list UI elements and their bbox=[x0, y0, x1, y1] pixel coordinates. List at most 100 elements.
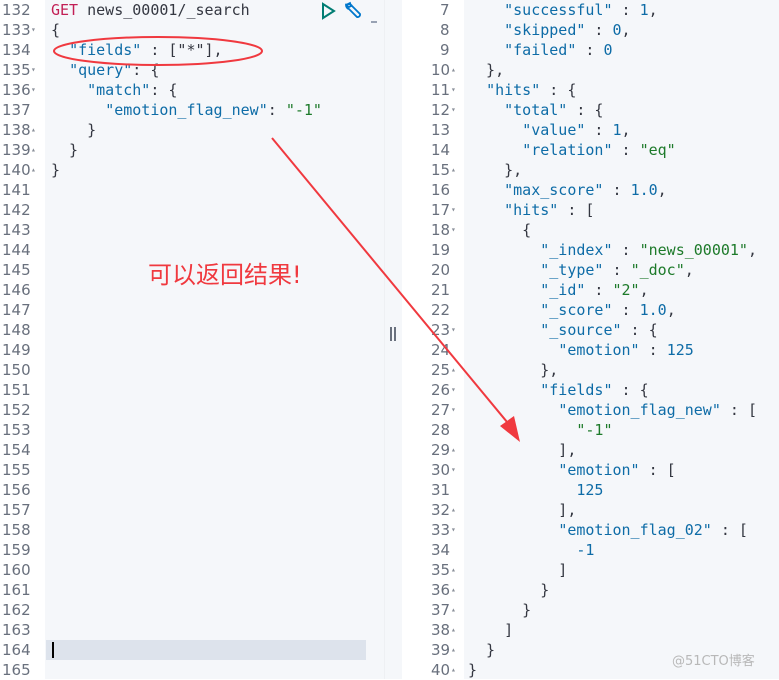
fold-toggle-icon[interactable]: ▾ bbox=[451, 380, 456, 400]
code-text: { bbox=[468, 221, 532, 239]
code-text: }, bbox=[468, 161, 523, 179]
code-line: 159 bbox=[0, 540, 384, 560]
fold-toggle-icon[interactable]: ▾ bbox=[451, 460, 456, 480]
code-text: "-1" bbox=[576, 421, 613, 439]
line-number: 7 bbox=[440, 1, 450, 19]
line-number: 134 bbox=[2, 41, 31, 59]
fold-toggle-icon[interactable]: ▴ bbox=[451, 640, 456, 660]
code-text: "query": { bbox=[69, 61, 160, 79]
line-number: 8 bbox=[440, 21, 450, 39]
code-text: "hits" : { bbox=[486, 81, 577, 99]
code-text: "_id" : "2", bbox=[540, 281, 649, 299]
line-number: 39 bbox=[431, 641, 451, 659]
code-text: "match": { bbox=[87, 81, 178, 99]
code-line: 149 bbox=[0, 340, 384, 360]
code-line: 9 "failed" : 0 bbox=[402, 40, 779, 60]
fold-toggle-icon[interactable]: ▴ bbox=[451, 500, 456, 520]
code-text: "emotion" : [ bbox=[558, 461, 676, 479]
code-line: 17 ▾ "hits" : [ bbox=[402, 200, 779, 220]
fold-toggle-icon[interactable]: ▴ bbox=[451, 580, 456, 600]
code-text: "value" : 1, bbox=[522, 121, 631, 139]
code-text: "_index" : "news_00001", bbox=[540, 241, 757, 259]
fold-toggle-icon[interactable]: ▴ bbox=[451, 360, 456, 380]
run-request-button[interactable] bbox=[320, 2, 338, 20]
line-number: 22 bbox=[431, 301, 451, 319]
line-number: 24 bbox=[431, 341, 451, 359]
line-number: 29 bbox=[431, 441, 451, 459]
line-number: 160 bbox=[2, 561, 31, 579]
line-number: 40 bbox=[431, 661, 451, 679]
line-number: 18 bbox=[431, 221, 451, 239]
code-line: 18 ▾ { bbox=[402, 220, 779, 240]
code-line: 30 ▾ "emotion" : [ bbox=[402, 460, 779, 480]
fold-toggle-icon[interactable]: ▾ bbox=[451, 220, 456, 240]
code-text: "fields" : { bbox=[540, 381, 649, 399]
code-line: 26 ▾ "fields" : { bbox=[402, 380, 779, 400]
request-settings-button[interactable] bbox=[342, 1, 364, 23]
fold-toggle-icon[interactable]: ▴ bbox=[451, 160, 456, 180]
active-line-highlight bbox=[46, 640, 366, 660]
fold-toggle-icon[interactable]: ▴ bbox=[31, 140, 36, 160]
fold-toggle-icon[interactable]: ▴ bbox=[451, 560, 456, 580]
fold-toggle-icon[interactable]: ▾ bbox=[451, 200, 456, 220]
fold-toggle-icon[interactable]: ▾ bbox=[451, 520, 456, 540]
fold-toggle-icon[interactable]: ▴ bbox=[451, 620, 456, 640]
line-number: 133 bbox=[2, 21, 31, 39]
line-number: 36 bbox=[431, 581, 451, 599]
fold-toggle-icon[interactable]: ▾ bbox=[451, 320, 456, 340]
line-number: 139 bbox=[2, 141, 31, 159]
code-line: 10 ▴ }, bbox=[402, 60, 779, 80]
code-text: } bbox=[468, 601, 532, 619]
line-number: 26 bbox=[431, 381, 451, 399]
code-line: 157 bbox=[0, 500, 384, 520]
line-number: 147 bbox=[2, 301, 31, 319]
watermark: @51CTO博客 bbox=[672, 654, 755, 669]
line-number: 21 bbox=[431, 281, 451, 299]
fold-toggle-icon[interactable]: ▴ bbox=[451, 60, 456, 80]
code-line: 139 ▴ } bbox=[0, 140, 384, 160]
code-text: "total" : { bbox=[504, 101, 604, 119]
code-text: } bbox=[468, 581, 550, 599]
line-number: 32 bbox=[431, 501, 451, 519]
line-number: 161 bbox=[2, 581, 31, 599]
code-line: 31 125 bbox=[402, 480, 779, 500]
code-line: 141 bbox=[0, 180, 384, 200]
fold-toggle-icon[interactable]: ▴ bbox=[451, 600, 456, 620]
fold-toggle-icon[interactable]: ▾ bbox=[31, 20, 36, 40]
fold-toggle-icon[interactable]: ▴ bbox=[31, 120, 36, 140]
code-text: } bbox=[468, 641, 496, 659]
line-number: 11 bbox=[431, 81, 451, 99]
code-line: 19 "_index" : "news_00001", bbox=[402, 240, 779, 260]
code-line: 162 bbox=[0, 600, 384, 620]
fold-toggle-icon[interactable]: ▾ bbox=[451, 80, 456, 100]
fold-toggle-icon[interactable]: ▾ bbox=[451, 400, 456, 420]
request-editor[interactable]: 132 133 ▾{134 "fields" : ["*"], 135 ▾ "query… bbox=[0, 0, 384, 679]
code-text: "hits" : [ bbox=[504, 201, 595, 219]
code-line: 142 bbox=[0, 200, 384, 220]
fold-toggle-icon[interactable]: ▾ bbox=[31, 60, 36, 80]
code-line: 11 ▾ "hits" : { bbox=[402, 80, 779, 100]
line-number: 132 bbox=[2, 1, 31, 19]
code-text: "_source" : { bbox=[540, 321, 658, 339]
line-number: 16 bbox=[431, 181, 451, 199]
fold-toggle-icon[interactable]: ▴ bbox=[31, 160, 36, 180]
code-text: }, bbox=[468, 361, 559, 379]
fold-toggle-icon[interactable]: ▾ bbox=[451, 100, 456, 120]
code-line: 24 "emotion" : 125 bbox=[402, 340, 779, 360]
response-viewer[interactable]: 7 "successful" : 1, 8 "skipped" : 0, 9 "fa… bbox=[402, 0, 779, 679]
line-number: 34 bbox=[431, 541, 451, 559]
code-line: 154 bbox=[0, 440, 384, 460]
line-number: 156 bbox=[2, 481, 31, 499]
code-line: 27 ▾ "emotion_flag_new" : [ bbox=[402, 400, 779, 420]
code-text: "max_score" : 1.0, bbox=[504, 181, 667, 199]
fold-toggle-icon[interactable]: ▴ bbox=[451, 660, 456, 680]
fold-toggle-icon[interactable]: ▴ bbox=[451, 440, 456, 460]
pane-resizer[interactable] bbox=[384, 0, 404, 679]
fold-toggle-icon[interactable]: ▾ bbox=[31, 80, 36, 100]
resize-handle-icon[interactable] bbox=[390, 327, 396, 341]
code-line: 14 "relation" : "eq" bbox=[402, 140, 779, 160]
code-line: 21 "_id" : "2", bbox=[402, 280, 779, 300]
line-number: 9 bbox=[440, 41, 450, 59]
line-number: 159 bbox=[2, 541, 31, 559]
code-text: } bbox=[51, 141, 79, 159]
